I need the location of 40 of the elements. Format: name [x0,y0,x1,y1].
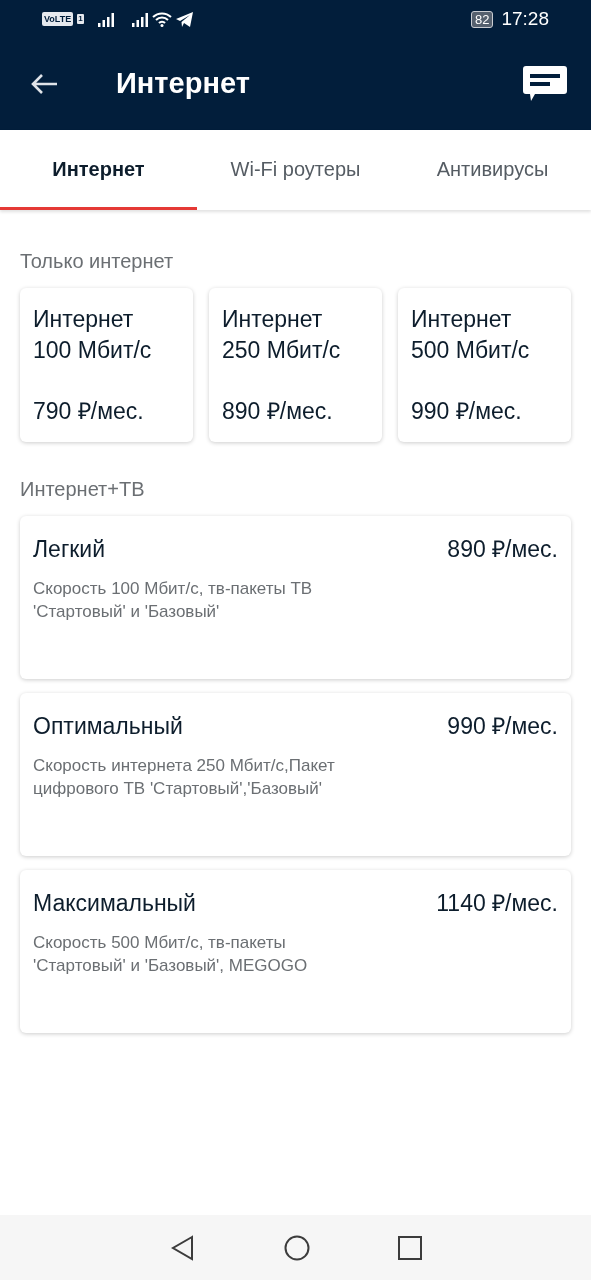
page-title: Интернет [116,66,250,102]
plan-description: Скорость 100 Мбит/с, тв-пакеты ТВ 'Стартовый' и 'Базовый' [33,577,314,623]
plan-card[interactable]: Легкий 890 ₽/мес. Скорость 100 Мбит/с, тв-пакеты ТВ 'Стартовый' и 'Базовый' [20,516,571,679]
plan-name: Легкий [33,535,106,564]
plan-name: Интернет 100 Мбит/с [33,305,153,365]
message-icon[interactable] [523,66,567,102]
tab[interactable]: Антивирусы [394,130,591,210]
plan-description: Скорость 500 Мбит/с, тв-пакеты 'Стартовый' и 'Базовый', MEGOGO [33,931,309,977]
plan-card[interactable]: Интернет 100 Мбит/с 790 ₽/мес. [20,288,193,442]
plan-card[interactable]: Оптимальный 990 ₽/мес. Скорость интернета 250 Мбит/с,Пакет цифрового ТВ 'Стартовый','Базовый' [20,693,571,856]
plan-name: Оптимальный [33,712,183,741]
signal-icon [131,11,148,27]
recents-icon[interactable] [397,1235,422,1260]
tab[interactable]: Wi-Fi роутеры [197,130,394,210]
plan-card[interactable]: Интернет 500 Мбит/с 990 ₽/мес. [398,288,571,442]
wifi-icon [151,11,172,27]
plan-price: 790 ₽/мес. [33,396,145,426]
plan-card[interactable]: Интернет 250 Мбит/с 890 ₽/мес. [209,288,382,442]
tab[interactable]: Интернет [0,130,197,210]
home-icon[interactable] [283,1234,310,1261]
section-title: Интернет+ТВ [20,477,146,502]
battery-level: 82 [471,10,494,28]
sim-label: 1 [77,14,84,24]
clock: 17:28 [501,6,549,31]
plan-price: 890 ₽/мес. [447,535,558,564]
plan-price: 990 ₽/мес. [447,712,558,741]
send-icon [175,11,193,27]
network-badge: VoLTE [42,12,74,26]
plan-name: Интернет 500 Мбит/с [411,305,531,365]
signal-icon [97,11,114,27]
back-arrow-icon[interactable] [30,73,58,95]
plan-description: Скорость интернета 250 Мбит/с,Пакет цифрового ТВ 'Стартовый','Базовый' [33,754,336,800]
section-title: Только интернет [20,249,175,274]
plan-price: 890 ₽/мес. [222,396,334,426]
plan-name: Максимальный [33,889,196,918]
plan-card[interactable]: Максимальный 1140 ₽/мес. Скорость 500 Мбит/с, тв-пакеты 'Стартовый' и 'Базовый', MEGOGO [20,870,571,1033]
plan-price: 990 ₽/мес. [411,396,523,426]
plan-name: Интернет 250 Мбит/с [222,305,342,365]
plan-price: 1140 ₽/мес. [436,889,558,918]
back-icon[interactable] [169,1234,196,1261]
